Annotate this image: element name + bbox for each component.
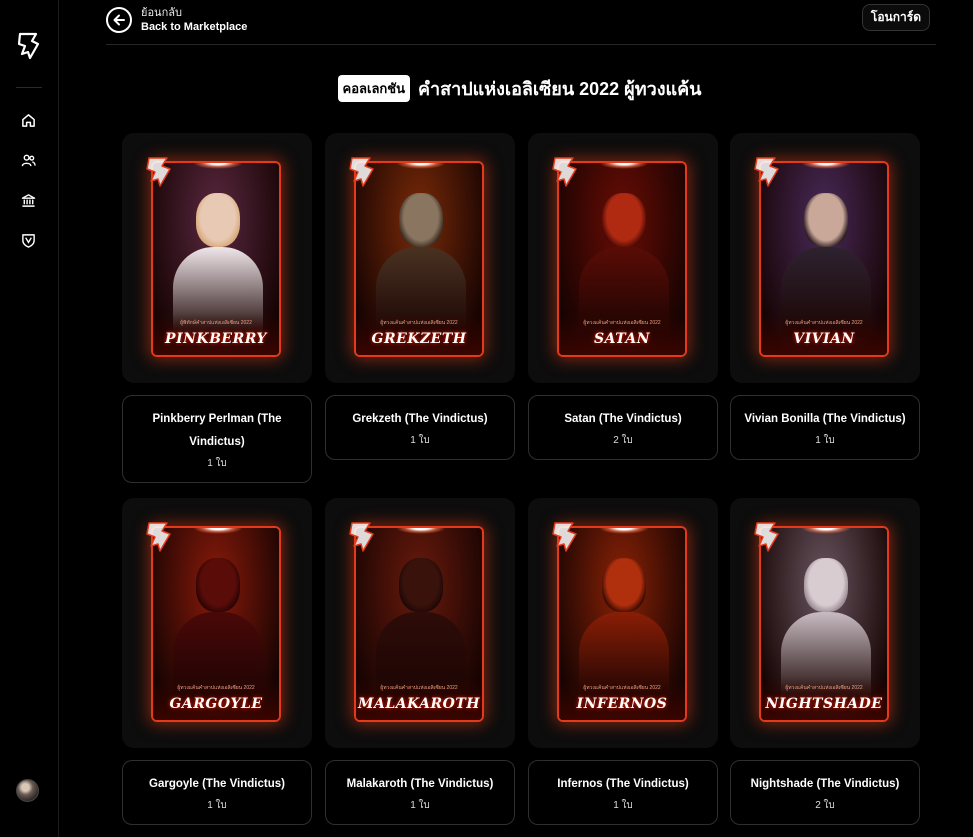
card-artwork[interactable]: ผู้พิทักษ์คำสาปแห่งเอลิเซียน 2022 PINKBE… (122, 133, 312, 383)
card-info[interactable]: Infernos (The Vindictus) 1 ใบ (528, 760, 718, 825)
character-head (602, 193, 646, 247)
character-head (399, 558, 443, 612)
nft-card[interactable]: ผู้พิทักษ์คำสาปแห่งเอลิเซียน 2022 PINKBE… (122, 133, 312, 483)
card-subtitle: ผู้ทวงแค้นคำสาปแห่งเอลิเซียน 2022 (380, 685, 458, 691)
card-subtitle: ผู้ทวงแค้นคำสาปแห่งเอลิเซียน 2022 (583, 320, 661, 326)
nft-card[interactable]: ผู้ทวงแค้นคำสาปแห่งเอลิเซียน 2022 VIVIAN… (730, 133, 920, 460)
character-head (196, 558, 240, 612)
card-artwork[interactable]: ผู้ทวงแค้นคำสาปแห่งเอลิเซียน 2022 NIGHTS… (730, 498, 920, 748)
card-info[interactable]: Vivian Bonilla (The Vindictus) 1 ใบ (730, 395, 920, 460)
arrow-left-icon (106, 7, 132, 33)
card-character-name: NIGHTSHADE (765, 696, 883, 712)
card-character-name: SATAN (593, 331, 651, 347)
character-head (804, 193, 848, 247)
bp-brand-icon (552, 157, 577, 187)
card-character-name: VIVIAN (793, 331, 855, 347)
bp-brand-icon (552, 522, 577, 552)
card-title: Grekzeth (The Vindictus) (352, 413, 488, 425)
bp-brand-icon (146, 157, 171, 187)
back-label-english: Back to Marketplace (141, 21, 248, 33)
card-title: Pinkberry Perlman (The Vindictus) (152, 413, 282, 448)
nft-card[interactable]: ผู้ทวงแค้นคำสาปแห่งเอลิเซียน 2022 SATAN … (528, 133, 718, 460)
card-subtitle: ผู้พิทักษ์คำสาปแห่งเอลิเซียน 2022 (180, 320, 252, 326)
character-head (399, 193, 443, 247)
card-info[interactable]: Pinkberry Perlman (The Vindictus) 1 ใบ (122, 395, 312, 483)
shield-icon[interactable] (19, 231, 37, 249)
nft-card[interactable]: ผู้ทวงแค้นคำสาปแห่งเอลิเซียน 2022 MALAKA… (325, 498, 515, 825)
card-frame: ผู้ทวงแค้นคำสาปแห่งเอลิเซียน 2022 VIVIAN (759, 161, 889, 357)
card-character-name: MALAKAROTH (357, 696, 480, 712)
card-frame: ผู้ทวงแค้นคำสาปแห่งเอลิเซียน 2022 SATAN (557, 161, 687, 357)
card-frame: ผู้ทวงแค้นคำสาปแห่งเอลิเซียน 2022 NIGHTS… (759, 526, 889, 722)
bp-brand-icon (754, 522, 779, 552)
home-icon[interactable] (19, 111, 37, 129)
card-count: 2 ใบ (613, 435, 633, 446)
bp-logo-icon[interactable] (16, 32, 42, 60)
card-frame: ผู้ทวงแค้นคำสาปแห่งเอลิเซียน 2022 MALAKA… (354, 526, 484, 722)
bp-brand-icon (146, 522, 171, 552)
card-count: 1 ใบ (410, 800, 430, 811)
top-bar: ย้อนกลับ Back to Marketplace โอนการ์ด (106, 0, 936, 45)
card-artwork[interactable]: ผู้ทวงแค้นคำสาปแห่งเอลิเซียน 2022 INFERN… (528, 498, 718, 748)
card-title: Nightshade (The Vindictus) (750, 778, 900, 790)
card-frame: ผู้ทวงแค้นคำสาปแห่งเอลิเซียน 2022 INFERN… (557, 526, 687, 722)
card-count: 1 ใบ (207, 800, 227, 811)
card-subtitle: ผู้ทวงแค้นคำสาปแห่งเอลิเซียน 2022 (380, 320, 458, 326)
card-title: Satan (The Vindictus) (564, 413, 682, 425)
card-info[interactable]: Satan (The Vindictus) 2 ใบ (528, 395, 718, 460)
card-count: 1 ใบ (815, 435, 835, 446)
back-label-thai: ย้อนกลับ (141, 7, 182, 19)
avatar[interactable] (16, 779, 39, 802)
nft-card[interactable]: ผู้ทวงแค้นคำสาปแห่งเอลิเซียน 2022 INFERN… (528, 498, 718, 825)
card-count: 1 ใบ (207, 458, 227, 469)
card-title: Vivian Bonilla (The Vindictus) (744, 413, 906, 425)
card-title: Infernos (The Vindictus) (557, 778, 689, 790)
card-artwork[interactable]: ผู้ทวงแค้นคำสาปแห่งเอลิเซียน 2022 GREKZE… (325, 133, 515, 383)
card-artwork[interactable]: ผู้ทวงแค้นคำสาปแห่งเอลิเซียน 2022 GARGOY… (122, 498, 312, 748)
sidebar (0, 0, 59, 837)
card-title: Malakaroth (The Vindictus) (346, 778, 494, 790)
card-frame: ผู้ทวงแค้นคำสาปแห่งเอลิเซียน 2022 GREKZE… (354, 161, 484, 357)
card-subtitle: ผู้ทวงแค้นคำสาปแห่งเอลิเซียน 2022 (785, 685, 863, 691)
card-count: 1 ใบ (410, 435, 430, 446)
card-artwork[interactable]: ผู้ทวงแค้นคำสาปแห่งเอลิเซียน 2022 MALAKA… (325, 498, 515, 748)
card-info[interactable]: Malakaroth (The Vindictus) 1 ใบ (325, 760, 515, 825)
card-subtitle: ผู้ทวงแค้นคำสาปแห่งเอลิเซียน 2022 (177, 685, 255, 691)
bank-icon[interactable] (19, 191, 37, 209)
character-head (804, 558, 848, 612)
card-artwork[interactable]: ผู้ทวงแค้นคำสาปแห่งเอลิเซียน 2022 VIVIAN (730, 133, 920, 383)
bp-brand-icon (754, 157, 779, 187)
card-character-name: PINKBERRY (165, 331, 267, 347)
card-info[interactable]: Gargoyle (The Vindictus) 1 ใบ (122, 760, 312, 825)
card-count: 1 ใบ (613, 800, 633, 811)
card-title: Gargoyle (The Vindictus) (149, 778, 285, 790)
character-head (602, 558, 646, 612)
nft-card[interactable]: ผู้ทวงแค้นคำสาปแห่งเอลิเซียน 2022 GREKZE… (325, 133, 515, 460)
card-frame: ผู้พิทักษ์คำสาปแห่งเอลิเซียน 2022 PINKBE… (151, 161, 281, 357)
card-info[interactable]: Grekzeth (The Vindictus) 1 ใบ (325, 395, 515, 460)
back-to-marketplace-button[interactable]: ย้อนกลับ Back to Marketplace (106, 6, 247, 34)
card-subtitle: ผู้ทวงแค้นคำสาปแห่งเอลิเซียน 2022 (583, 685, 661, 691)
bp-brand-icon (349, 522, 374, 552)
bp-brand-icon (349, 157, 374, 187)
nft-card[interactable]: ผู้ทวงแค้นคำสาปแห่งเอลิเซียน 2022 NIGHTS… (730, 498, 920, 825)
card-subtitle: ผู้ทวงแค้นคำสาปแห่งเอลิเซียน 2022 (785, 320, 863, 326)
nft-card[interactable]: ผู้ทวงแค้นคำสาปแห่งเอลิเซียน 2022 GARGOY… (122, 498, 312, 825)
card-character-name: GARGOYLE (169, 696, 263, 712)
card-frame: ผู้ทวงแค้นคำสาปแห่งเอลิเซียน 2022 GARGOY… (151, 526, 281, 722)
character-head (196, 193, 240, 247)
card-character-name: INFERNOS (576, 696, 668, 712)
collection-badge: คอลเลกชัน (337, 75, 410, 102)
transfer-card-button[interactable]: โอนการ์ด (861, 4, 930, 31)
collection-header: คอลเลกชัน คำสาปแห่งเอลิเซียน 2022 ผู้ทวง… (0, 74, 973, 103)
collection-title: คำสาปแห่งเอลิเซียน 2022 ผู้ทวงแค้น (418, 79, 702, 99)
card-info[interactable]: Nightshade (The Vindictus) 2 ใบ (730, 760, 920, 825)
card-count: 2 ใบ (815, 800, 835, 811)
card-artwork[interactable]: ผู้ทวงแค้นคำสาปแห่งเอลิเซียน 2022 SATAN (528, 133, 718, 383)
users-icon[interactable] (19, 151, 37, 169)
card-character-name: GREKZETH (371, 331, 467, 347)
